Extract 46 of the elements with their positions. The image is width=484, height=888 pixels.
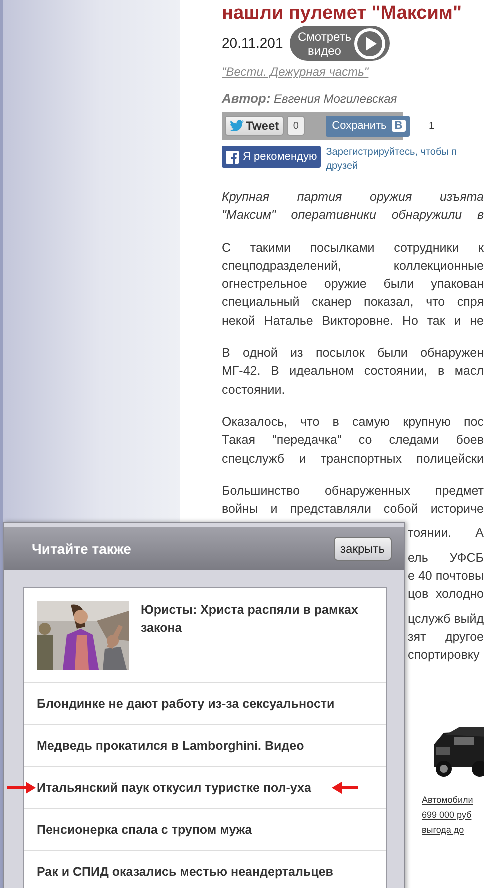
publish-date: 20.11.201: [222, 35, 284, 53]
article-text-line: цслужб выйд: [408, 612, 484, 626]
article-text-line: МГ-42. В идеальном состоянии, в масл: [222, 364, 484, 378]
news-link[interactable]: Рак и СПИД оказались местью неандертальцев: [37, 862, 334, 880]
tweet-count: 0: [287, 116, 306, 136]
article-text-line: Такая "передачка" со следами боев: [222, 433, 484, 448]
facebook-icon: [226, 150, 239, 164]
article-text-line: спецслужб и транспортных полицейски: [222, 452, 484, 466]
ad-link[interactable]: выгода до: [422, 822, 474, 838]
article-text-line: е 40 почтовы: [408, 569, 484, 584]
article-text-line: С такими посылками сотрудники к: [222, 240, 484, 255]
popup-title: Читайте также: [32, 540, 132, 556]
article-text-line: состоянии.: [222, 382, 286, 397]
register-note[interactable]: Зарегистрируйтесь, чтобы п друзей: [326, 146, 458, 174]
article-text-line: специальный сканер показал, что спря: [222, 295, 484, 310]
article-text-line: спортировку: [408, 648, 480, 662]
news-link[interactable]: Итальянский паук откусил туристке пол-уха: [37, 778, 312, 796]
news-link[interactable]: Блондинке не дают работу из-за сексуальности: [37, 694, 335, 712]
article-text-line: войны и представляли собой историче: [222, 502, 484, 516]
article-text-line: цов холодно: [408, 587, 484, 602]
article-title: нашли пулемет "Максим": [222, 3, 463, 26]
close-button[interactable]: закрыть: [334, 536, 392, 560]
tweet-button[interactable]: Tweet: [225, 116, 284, 136]
save-button[interactable]: Сохранить В: [326, 116, 410, 136]
play-icon[interactable]: [353, 26, 387, 60]
article-text-line: огнестрельное оружие были упакован: [222, 277, 484, 292]
article-text-line: "Максим" оперативники обнаружили в: [222, 208, 484, 222]
article-text-line: В одной из посылок были обнаружен: [222, 346, 484, 360]
article-text-line: Большинство обнаруженных предмет: [222, 484, 484, 498]
article-text-line: спецподразделений, коллекционные: [222, 258, 484, 273]
ad-link[interactable]: Автомобили: [422, 792, 474, 808]
news-link[interactable]: Медведь прокатился в Lamborghini. Видео: [37, 736, 304, 754]
source-link[interactable]: "Вести. Дежурная часть": [222, 65, 369, 79]
news-link[interactable]: Юристы: Христа распяли в рамках закона: [141, 601, 386, 637]
article-text-line: тоянии. А: [408, 526, 484, 540]
article-text-line: зят другое: [408, 630, 484, 644]
article-text-line: Крупная партия оружия изъята: [222, 190, 484, 204]
ad-link[interactable]: 699 000 руб: [422, 808, 474, 823]
article-text-line: Оказалось, что в самую крупную пос: [222, 414, 484, 429]
watch-video-button[interactable]: Смотреть видео: [290, 26, 390, 61]
news-link[interactable]: Пенсионерка спала с трупом мужа: [37, 820, 252, 838]
author-line: Автор: Евгения Могилевская: [222, 91, 398, 106]
recommend-button[interactable]: Я рекомендую: [222, 146, 322, 168]
article-text-line: ель УФСБ: [408, 550, 484, 565]
bird-icon: [230, 120, 244, 132]
article-text-line: некой Наталье Викторовне. Но так и не: [222, 314, 484, 328]
